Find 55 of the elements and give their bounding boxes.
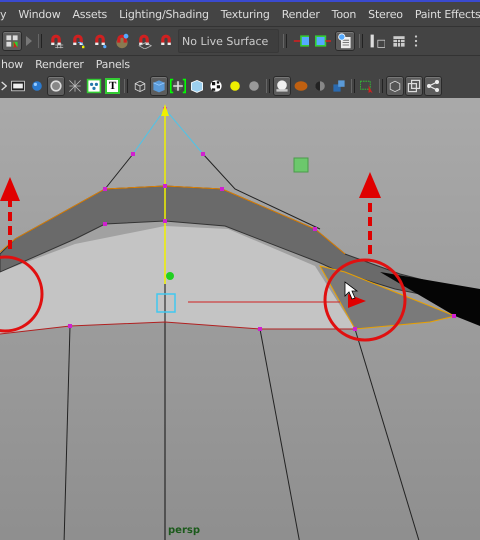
more-icon <box>413 35 419 47</box>
menu-item[interactable]: Render <box>276 8 326 20</box>
dashed-arrow-icon <box>359 172 381 254</box>
menu-item[interactable]: Paint Effects <box>408 8 480 20</box>
checker-sphere-icon <box>170 78 186 94</box>
layout-icon <box>4 33 20 49</box>
checker-sphere-icon <box>208 78 224 94</box>
cubes-icon <box>331 78 348 94</box>
menu-item[interactable]: Lighting/Shading <box>113 8 215 20</box>
cone-handle-icon[interactable] <box>161 104 169 116</box>
square-marker-icon <box>294 158 308 172</box>
toolbar-button[interactable] <box>150 76 168 96</box>
cube-icon <box>189 78 206 94</box>
toolbar-button[interactable] <box>424 76 442 96</box>
nodes-icon <box>86 78 102 94</box>
grid-icon <box>67 78 83 94</box>
dashed-arrow-icon <box>0 177 20 249</box>
toolbar-button[interactable] <box>386 76 404 96</box>
circle-icon <box>48 78 64 94</box>
document-icon <box>337 33 353 49</box>
text-button[interactable]: T <box>104 76 122 96</box>
output-icon <box>315 33 331 49</box>
magnet-icon <box>70 33 86 49</box>
cube-icon <box>151 78 168 94</box>
attribute-editor-icon <box>369 33 385 49</box>
expand-icon <box>1 80 7 92</box>
menu-item[interactable]: Renderer <box>29 58 90 71</box>
menu-item[interactable]: Texturing <box>214 8 276 20</box>
magnet-icon <box>92 33 108 49</box>
menu-item[interactable]: y <box>0 8 12 20</box>
cursor-icon <box>344 281 358 300</box>
live-surface-field[interactable]: No Live Surface <box>178 29 279 53</box>
magnet-icon <box>114 33 130 49</box>
menu-item[interactable]: how <box>0 58 30 71</box>
toolbar-button[interactable] <box>335 31 355 51</box>
menu-item[interactable]: Assets <box>66 8 114 20</box>
pivot-handle-icon[interactable] <box>166 272 174 280</box>
magnet-icon <box>136 33 152 49</box>
share-icon <box>425 78 442 94</box>
toolbar-button[interactable] <box>2 31 22 51</box>
toolbar-button[interactable] <box>405 76 424 96</box>
expander-icon <box>26 35 32 47</box>
sphere-icon <box>274 78 290 94</box>
menu-item[interactable]: Toon <box>326 8 362 20</box>
menu-item[interactable]: Stereo <box>362 8 409 20</box>
menu-item[interactable]: Panels <box>90 58 136 71</box>
toolbar-button[interactable] <box>273 76 292 96</box>
camera-label: persp <box>168 525 200 536</box>
table-icon <box>391 33 407 49</box>
input-icon <box>293 33 309 49</box>
move-handle-icon[interactable] <box>156 293 176 313</box>
menu-item[interactable]: Window <box>12 8 66 20</box>
squares-icon <box>406 78 422 94</box>
toolbar-button[interactable] <box>47 76 65 96</box>
magnet-icon <box>48 33 64 49</box>
